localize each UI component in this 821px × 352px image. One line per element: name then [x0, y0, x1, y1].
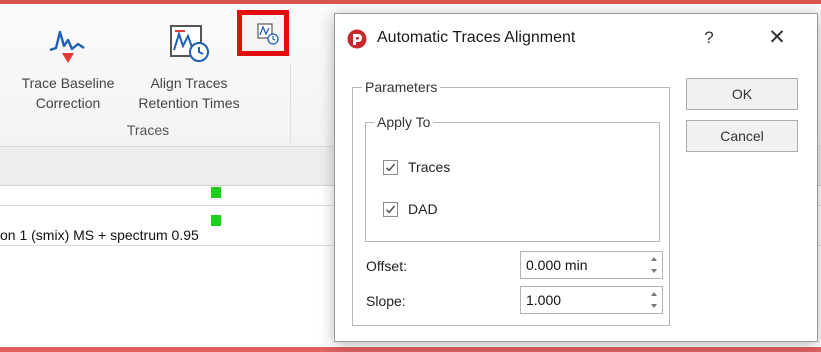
- align-traces-retention-times-button[interactable]: Align Traces Retention Times: [126, 22, 252, 113]
- traces-checkbox-label: Traces: [408, 159, 451, 175]
- dialog-title: Automatic Traces Alignment: [377, 29, 576, 46]
- dad-checkbox-row[interactable]: DAD: [383, 198, 438, 220]
- cancel-button[interactable]: Cancel: [686, 120, 798, 152]
- parameters-legend: Parameters: [362, 78, 441, 96]
- align-traces-label-line1: Align Traces: [150, 75, 228, 91]
- automatic-traces-alignment-dialog: Automatic Traces Alignment ? ✕ Parameter…: [334, 13, 818, 342]
- help-button[interactable]: ?: [697, 26, 721, 50]
- slope-spinbox[interactable]: [520, 286, 663, 314]
- trace-name-label: on 1 (smix) MS + spectrum 0.95: [0, 227, 199, 243]
- offset-input[interactable]: [521, 252, 644, 278]
- dad-checkbox[interactable]: [383, 201, 398, 217]
- dialog-title-bar: Automatic Traces Alignment ? ✕: [335, 14, 817, 64]
- spin-down-icon[interactable]: [648, 266, 660, 276]
- bottom-accent-line: [0, 347, 821, 352]
- apply-to-group: Apply To Traces DAD: [365, 113, 660, 242]
- slope-label: Slope:: [366, 293, 406, 309]
- slope-input[interactable]: [521, 287, 644, 313]
- baseline-correction-icon: [12, 22, 124, 71]
- trace-baseline-label-line2: Correction: [35, 95, 101, 111]
- close-button[interactable]: ✕: [765, 26, 789, 50]
- offset-spin-arrows[interactable]: [648, 254, 660, 276]
- green-position-marker[interactable]: [211, 187, 221, 198]
- spin-down-icon[interactable]: [648, 301, 660, 311]
- green-position-marker[interactable]: [211, 215, 221, 226]
- checkmark-icon: [386, 205, 396, 213]
- offset-spinbox[interactable]: [520, 251, 663, 279]
- ribbon-group-separator: [290, 64, 291, 144]
- align-traces-clock-icon: [126, 22, 252, 71]
- trace-baseline-label-line1: Trace Baseline: [21, 75, 115, 91]
- traces-group-label: Traces: [126, 122, 170, 138]
- dad-checkbox-label: DAD: [408, 201, 438, 217]
- app-logo-icon: [347, 29, 367, 49]
- parameters-group: Parameters Apply To Traces DAD Offset: 0…: [352, 78, 670, 326]
- traces-checkbox[interactable]: [383, 159, 398, 175]
- spin-up-icon[interactable]: [648, 289, 660, 299]
- auto-align-icon: [257, 23, 279, 45]
- ok-button[interactable]: OK: [686, 78, 798, 110]
- align-traces-label-line2: Retention Times: [138, 95, 240, 111]
- checkmark-icon: [386, 163, 396, 171]
- spin-up-icon[interactable]: [648, 254, 660, 264]
- slope-spin-arrows[interactable]: [648, 289, 660, 311]
- automatic-traces-alignment-button[interactable]: [237, 10, 289, 56]
- offset-label: Offset:: [366, 258, 407, 274]
- trace-baseline-correction-button[interactable]: Trace Baseline Correction: [12, 22, 124, 113]
- traces-checkbox-row[interactable]: Traces: [383, 156, 450, 178]
- apply-to-legend: Apply To: [374, 113, 434, 131]
